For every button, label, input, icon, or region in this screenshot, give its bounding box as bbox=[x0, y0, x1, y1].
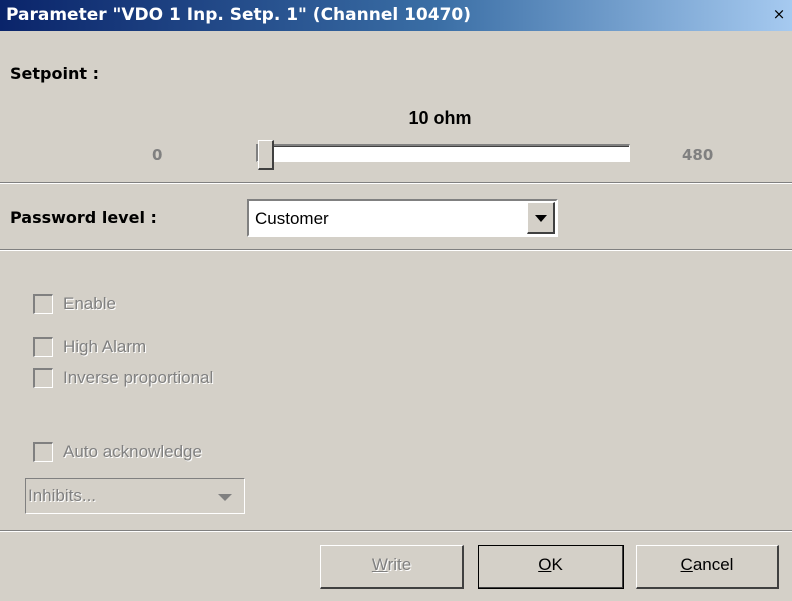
password-level-value: Customer bbox=[255, 209, 329, 228]
window-title: Parameter "VDO 1 Inp. Setp. 1" (Channel … bbox=[6, 5, 472, 25]
chevron-down-icon bbox=[218, 494, 232, 501]
close-icon[interactable]: × bbox=[772, 7, 786, 22]
divider bbox=[0, 182, 792, 184]
password-level-dropdown-button[interactable] bbox=[527, 202, 555, 234]
divider bbox=[0, 530, 792, 532]
password-level-label: Password level : bbox=[10, 208, 157, 227]
ok-button[interactable]: OK bbox=[478, 545, 624, 589]
high-alarm-checkbox[interactable] bbox=[33, 337, 53, 357]
write-label-rest: rite bbox=[387, 555, 412, 574]
auto-acknowledge-checkbox[interactable] bbox=[33, 442, 53, 462]
divider bbox=[0, 249, 792, 251]
cancel-label-rest: ancel bbox=[692, 555, 734, 574]
ok-label-rest: K bbox=[551, 555, 563, 574]
enable-checkbox[interactable] bbox=[33, 294, 53, 314]
password-level-select[interactable]: Customer bbox=[247, 199, 558, 237]
slider-min-label: 0 bbox=[152, 146, 163, 164]
high-alarm-label: High Alarm bbox=[63, 337, 147, 356]
setpoint-slider-track[interactable] bbox=[256, 144, 630, 162]
inhibits-dropdown[interactable]: Inhibits... bbox=[25, 478, 245, 514]
title-bar: Parameter "VDO 1 Inp. Setp. 1" (Channel … bbox=[0, 0, 792, 31]
setpoint-label: Setpoint : bbox=[10, 64, 99, 83]
setpoint-value: 10 ohm bbox=[408, 108, 472, 128]
inhibits-label: Inhibits... bbox=[28, 486, 97, 505]
auto-acknowledge-label: Auto acknowledge bbox=[63, 442, 202, 461]
slider-max-label: 480 bbox=[682, 146, 714, 164]
write-mnemonic: W bbox=[371, 555, 388, 574]
ok-mnemonic: O bbox=[538, 555, 552, 574]
inverse-proportional-label: Inverse proportional bbox=[63, 368, 214, 387]
write-button[interactable]: Write bbox=[320, 545, 464, 589]
enable-label: Enable bbox=[63, 294, 116, 313]
inverse-proportional-checkbox[interactable] bbox=[33, 368, 53, 388]
cancel-mnemonic: C bbox=[680, 555, 693, 574]
chevron-down-icon bbox=[535, 215, 547, 222]
setpoint-slider-thumb[interactable] bbox=[258, 140, 274, 170]
cancel-button[interactable]: Cancel bbox=[636, 545, 779, 589]
